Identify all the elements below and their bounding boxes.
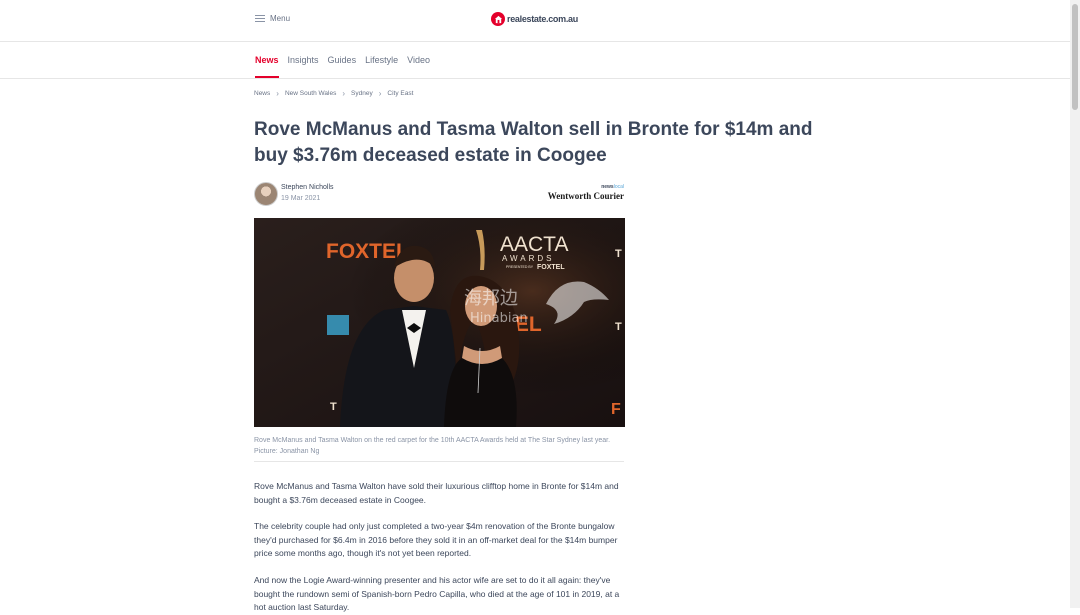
scrollbar-thumb[interactable] bbox=[1072, 4, 1078, 110]
breadcrumb-news[interactable]: News bbox=[254, 90, 270, 97]
article-paragraph: The celebrity couple had only just compl… bbox=[254, 521, 618, 558]
backdrop-f: F bbox=[611, 401, 621, 418]
divider bbox=[254, 461, 624, 462]
backdrop-t2: T bbox=[330, 401, 337, 413]
backdrop-aacta: AACTA bbox=[500, 233, 568, 256]
watermark-cn: 海邦边 bbox=[464, 288, 518, 309]
article-headline: Rove McManus and Tasma Walton sell in Br… bbox=[254, 119, 813, 166]
logo-text: realestate.com.au bbox=[507, 14, 578, 24]
breadcrumb: News › New South Wales › Sydney › City E… bbox=[254, 89, 413, 98]
chevron-right-icon: › bbox=[378, 89, 382, 98]
network-logo: newslocal bbox=[601, 184, 624, 190]
breadcrumb-nsw[interactable]: New South Wales bbox=[285, 90, 336, 97]
chevron-right-icon: › bbox=[276, 89, 279, 98]
chevron-right-icon: › bbox=[342, 89, 346, 98]
masthead-logo[interactable]: newslocal Wentworth Courier bbox=[536, 184, 624, 201]
backdrop-foxtel-small: FOXTEL bbox=[537, 264, 565, 271]
tab-guides[interactable]: Guides bbox=[328, 42, 357, 78]
publish-date: 19 Mar 2021 bbox=[281, 195, 321, 202]
backdrop-awards: AWARDS bbox=[502, 254, 555, 263]
tab-lifestyle[interactable]: Lifestyle bbox=[365, 42, 398, 78]
site-logo[interactable]: realestate.com.au bbox=[491, 12, 578, 26]
menu-label: Menu bbox=[270, 14, 291, 23]
hamburger-icon bbox=[255, 15, 265, 22]
menu-button[interactable]: Menu bbox=[255, 14, 290, 23]
article-paragraph: Rove McManus and Tasma Walton have sold … bbox=[254, 481, 619, 505]
tab-insights[interactable]: Insights bbox=[288, 42, 319, 78]
backdrop-presented: PRESENTED BY bbox=[506, 265, 534, 269]
author-name[interactable]: Stephen Nicholls bbox=[281, 184, 334, 191]
breadcrumb-city-east[interactable]: City East bbox=[387, 90, 413, 97]
top-bar: Menu realestate.com.au bbox=[0, 0, 1070, 42]
breadcrumb-sydney[interactable]: Sydney bbox=[351, 90, 373, 97]
backdrop-t3: T bbox=[615, 321, 622, 333]
backdrop-t1: T bbox=[615, 248, 622, 260]
watermark-en: Hinabian bbox=[470, 311, 528, 326]
photo-caption: Rove McManus and Tasma Walton on the red… bbox=[254, 437, 611, 455]
article-photo: FOXTEL TEL F AACTA AWARDS PRESENTED BY F… bbox=[254, 218, 625, 427]
tab-video[interactable]: Video bbox=[407, 42, 430, 78]
author-avatar[interactable] bbox=[254, 182, 278, 206]
tab-news[interactable]: News bbox=[255, 42, 279, 78]
house-icon bbox=[491, 12, 505, 26]
masthead-name: Wentworth Courier bbox=[547, 191, 624, 201]
section-nav: News Insights Guides Lifestyle Video bbox=[0, 42, 1070, 79]
page-scrollbar[interactable] bbox=[1070, 0, 1080, 608]
article-paragraph: And now the Logie Award-winning presente… bbox=[254, 575, 620, 612]
